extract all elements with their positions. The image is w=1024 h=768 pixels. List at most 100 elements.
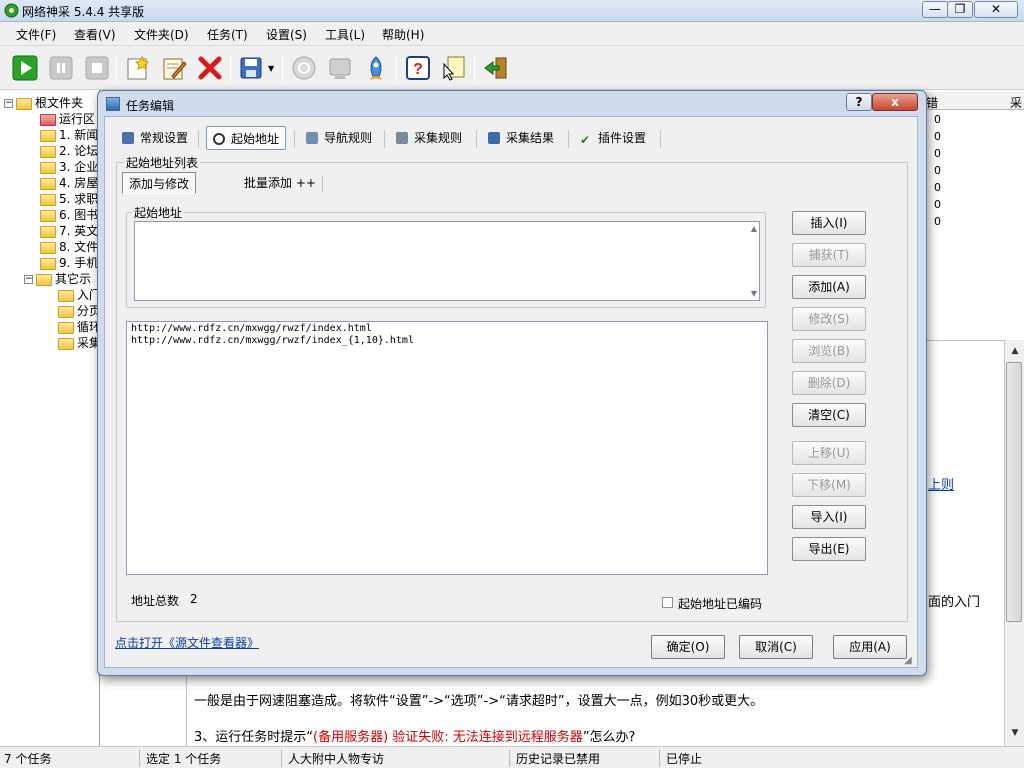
- delete-task-icon[interactable]: [196, 54, 224, 82]
- tab-plugin-settings[interactable]: ✔ 插件设置: [574, 126, 652, 150]
- folder-icon: [40, 145, 56, 158]
- url-count-label: 地址总数: [131, 594, 180, 608]
- tab-nav-rules[interactable]: 导航规则: [300, 126, 378, 150]
- help-question: 3、运行任务时提示“(备用服务器) 验证失败: 无法连接到远程服务器”怎么办?: [194, 730, 636, 745]
- minimize-button[interactable]: —: [922, 1, 948, 18]
- menu-folder[interactable]: 文件夹(D): [134, 26, 189, 43]
- start-url-list[interactable]: http://www.rdfz.cn/mxwgg/rwzf/index.html…: [126, 321, 768, 575]
- move-up-button[interactable]: 上移(U): [792, 441, 866, 465]
- tab-collect-results[interactable]: 采集结果: [482, 126, 560, 150]
- tree-item[interactable]: 3. 企业: [40, 158, 98, 174]
- menu-help[interactable]: 帮助(H): [382, 26, 424, 43]
- tree-item-other[interactable]: − 其它示: [24, 270, 91, 286]
- subtab-batch-add[interactable]: 批量添加 ++: [238, 172, 322, 194]
- tree-item[interactable]: 9. 手机: [40, 254, 98, 270]
- tab-general[interactable]: 常规设置: [116, 126, 194, 150]
- cell-error-count: 0: [934, 130, 941, 143]
- menu-tools[interactable]: 工具(L): [325, 26, 365, 43]
- import-button[interactable]: 导入(I): [792, 505, 866, 529]
- app-logo-icon: [4, 3, 19, 18]
- menu-view[interactable]: 查看(V): [74, 26, 116, 43]
- capture-button[interactable]: 捕获(T): [792, 243, 866, 267]
- tree-root[interactable]: − 根文件夹: [4, 94, 83, 110]
- resize-grip-icon[interactable]: ◢: [904, 654, 918, 668]
- column-header-error[interactable]: 错: [926, 94, 938, 111]
- save-dropdown-arrow-icon[interactable]: ▼: [268, 64, 274, 73]
- menu-task[interactable]: 任务(T): [207, 26, 248, 43]
- edit-task-icon[interactable]: [160, 54, 188, 82]
- cell-error-count: 0: [934, 164, 941, 177]
- tree-item-run-area[interactable]: 运行区: [40, 110, 95, 126]
- modify-button[interactable]: 修改(S): [792, 307, 866, 331]
- browse-button[interactable]: 浏览(B): [792, 339, 866, 363]
- tree-item[interactable]: 4. 房屋: [40, 174, 98, 190]
- apply-button[interactable]: 应用(A): [833, 635, 907, 659]
- scroll-down-icon[interactable]: ▼: [751, 289, 757, 298]
- export-button[interactable]: 导出(E): [792, 537, 866, 561]
- document-icon: [122, 132, 134, 144]
- tree-item[interactable]: 8. 文件: [40, 238, 98, 254]
- check-icon: ✔: [580, 133, 591, 147]
- scroll-up-icon[interactable]: ▲: [1008, 344, 1022, 358]
- subtab-add-edit[interactable]: 添加与修改: [122, 172, 197, 194]
- scroll-down-icon[interactable]: ▼: [1008, 726, 1022, 740]
- new-task-icon[interactable]: [124, 54, 152, 82]
- move-down-button[interactable]: 下移(M): [792, 473, 866, 497]
- start-task-icon[interactable]: [11, 54, 39, 82]
- list-item[interactable]: http://www.rdfz.cn/mxwgg/rwzf/index.html: [131, 323, 372, 334]
- help-icon[interactable]: ?: [404, 54, 432, 82]
- delete-button[interactable]: 删除(D): [792, 371, 866, 395]
- collapse-icon[interactable]: −: [24, 275, 33, 284]
- exit-icon[interactable]: [482, 54, 510, 82]
- url-encoded-checkbox[interactable]: [662, 597, 673, 608]
- scroll-up-icon[interactable]: ▲: [751, 224, 757, 233]
- help-scroll-thumb[interactable]: [1006, 362, 1022, 622]
- ok-button[interactable]: 确定(O): [651, 635, 725, 659]
- tree-item[interactable]: 1. 新闻: [40, 126, 98, 142]
- url-input-group-title: 起始地址: [132, 204, 185, 221]
- add-button[interactable]: 添加(A): [792, 275, 866, 299]
- help-link-rule[interactable]: 上则: [928, 474, 954, 493]
- stop-task-icon[interactable]: [83, 54, 111, 82]
- collapse-icon[interactable]: −: [4, 99, 13, 108]
- tree-item[interactable]: 5. 求职: [40, 190, 98, 206]
- folder-icon: [16, 97, 32, 110]
- tree-item[interactable]: 分页: [58, 302, 99, 318]
- cell-error-count: 0: [934, 198, 941, 211]
- tree-item[interactable]: 入门: [58, 286, 99, 302]
- pause-task-icon[interactable]: [47, 54, 75, 82]
- tab-collect-rules[interactable]: 采集规则: [390, 126, 468, 150]
- folder-icon: [40, 113, 56, 126]
- tree-item[interactable]: 6. 图书: [40, 206, 98, 222]
- power-icon[interactable]: [290, 54, 318, 82]
- monitor-icon[interactable]: [326, 54, 354, 82]
- help-text-fragment: 面的入门: [928, 595, 981, 610]
- tree-item[interactable]: 循环: [58, 318, 99, 334]
- dialog-title: 任务编辑: [126, 99, 175, 113]
- column-header-collect[interactable]: 采: [1010, 94, 1022, 111]
- clear-button[interactable]: 清空(C): [792, 403, 866, 427]
- main-title-bar: [0, 0, 1024, 22]
- close-button[interactable]: ✕: [974, 1, 1018, 18]
- menu-file[interactable]: 文件(F): [16, 26, 56, 43]
- url-encoded-label[interactable]: 起始地址已编码: [678, 595, 762, 612]
- tree-item[interactable]: 2. 论坛: [40, 142, 98, 158]
- status-run-state: 已停止: [666, 752, 703, 766]
- open-source-viewer-link[interactable]: 点击打开《源文件查看器》: [115, 634, 259, 651]
- dialog-close-button[interactable]: x: [872, 93, 918, 111]
- dialog-help-button[interactable]: ?: [846, 93, 872, 111]
- tree-item[interactable]: 采集: [58, 334, 99, 350]
- maximize-button[interactable]: ❐: [947, 1, 973, 18]
- save-icon[interactable]: [238, 54, 266, 82]
- tab-start-url[interactable]: 起始地址: [206, 126, 287, 150]
- task-list-header: 错 采: [920, 92, 1024, 110]
- insert-button[interactable]: 插入(I): [792, 211, 866, 235]
- menu-settings[interactable]: 设置(S): [266, 26, 307, 43]
- cancel-button[interactable]: 取消(C): [739, 635, 813, 659]
- context-help-icon[interactable]: [440, 54, 468, 82]
- list-item[interactable]: http://www.rdfz.cn/mxwgg/rwzf/index_{1,1…: [131, 335, 414, 346]
- start-url-input[interactable]: ▲ ▼: [134, 221, 760, 301]
- rocket-icon[interactable]: [362, 54, 390, 82]
- folder-icon: [40, 161, 56, 174]
- tree-item[interactable]: 7. 英文: [40, 222, 98, 238]
